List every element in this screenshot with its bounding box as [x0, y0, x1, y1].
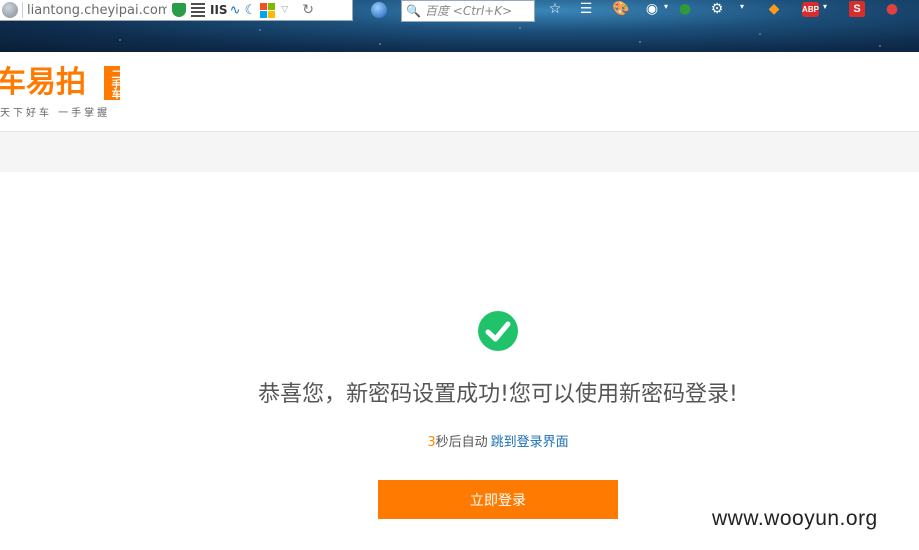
tools-caret-icon[interactable]: ▾ — [740, 2, 744, 11]
search-input[interactable] — [424, 3, 529, 19]
s-extension-icon[interactable]: S — [849, 1, 865, 17]
search-box[interactable]: 🔍 — [401, 0, 535, 22]
success-message: 恭喜您，新密码设置成功!您可以使用新密码登录! — [258, 382, 738, 407]
wave-icon[interactable]: ∿ ☾ — [230, 3, 257, 18]
palette-icon[interactable]: 🎨 — [612, 0, 630, 18]
adblock-icon[interactable]: ABP — [802, 2, 819, 17]
redirect-notice: 3秒后自动 跳到登录界面 — [0, 431, 919, 450]
url-text[interactable]: liantong.cheyipai.com/P — [27, 3, 167, 18]
redirect-text: 秒后自动 — [435, 435, 488, 450]
extension-globe-icon[interactable]: ◉ — [643, 0, 661, 18]
bookmarks-list-icon[interactable]: ☰ — [577, 0, 595, 18]
adblock-caret-icon[interactable]: ▾ — [823, 2, 827, 11]
logo-slogan: 天下好车 一手掌握 — [0, 108, 111, 119]
login-page-link[interactable]: 跳到登录界面 — [491, 435, 569, 450]
green-ball-icon[interactable]: ● — [676, 0, 694, 18]
star-bookmark-icon[interactable]: ☆ — [546, 0, 564, 18]
extension-caret-icon[interactable]: ▾ — [664, 2, 668, 11]
reload-icon[interactable]: ↻ — [302, 2, 314, 18]
orange-extension-icon[interactable]: ◆ — [765, 0, 783, 18]
checkmark-icon — [485, 321, 511, 342]
red-bug-icon[interactable]: ● — [883, 0, 901, 18]
success-check-icon — [478, 311, 518, 351]
qr-code-icon[interactable] — [191, 3, 205, 17]
search-icon: 🔍 — [406, 4, 421, 18]
search-engine-icon[interactable] — [371, 2, 387, 18]
login-button[interactable]: 立即登录 — [378, 480, 618, 519]
iis-icon[interactable]: IIS — [210, 3, 228, 17]
site-logo[interactable]: 车易拍 — [0, 66, 86, 100]
address-divider — [22, 2, 23, 18]
browser-toolbar: liantong.cheyipai.com/P IIS ∿ ☾ ▽ ↻ 🔍 ☆ … — [0, 0, 919, 52]
address-bar[interactable]: liantong.cheyipai.com/P IIS ∿ ☾ ▽ ↻ — [0, 0, 353, 21]
site-header — [0, 52, 919, 132]
shield-icon[interactable] — [172, 3, 186, 17]
site-identity-icon[interactable] — [2, 2, 18, 18]
logo-tag: 二手车 — [104, 66, 120, 100]
watermark: www.wooyun.org — [712, 507, 878, 530]
windows-logo-icon[interactable] — [260, 2, 276, 18]
countdown-seconds: 3 — [427, 435, 436, 450]
dropdown-arrow-icon[interactable]: ▽ — [281, 5, 288, 15]
tools-icon[interactable]: ⚙ — [708, 0, 726, 18]
nav-strip — [0, 132, 919, 172]
